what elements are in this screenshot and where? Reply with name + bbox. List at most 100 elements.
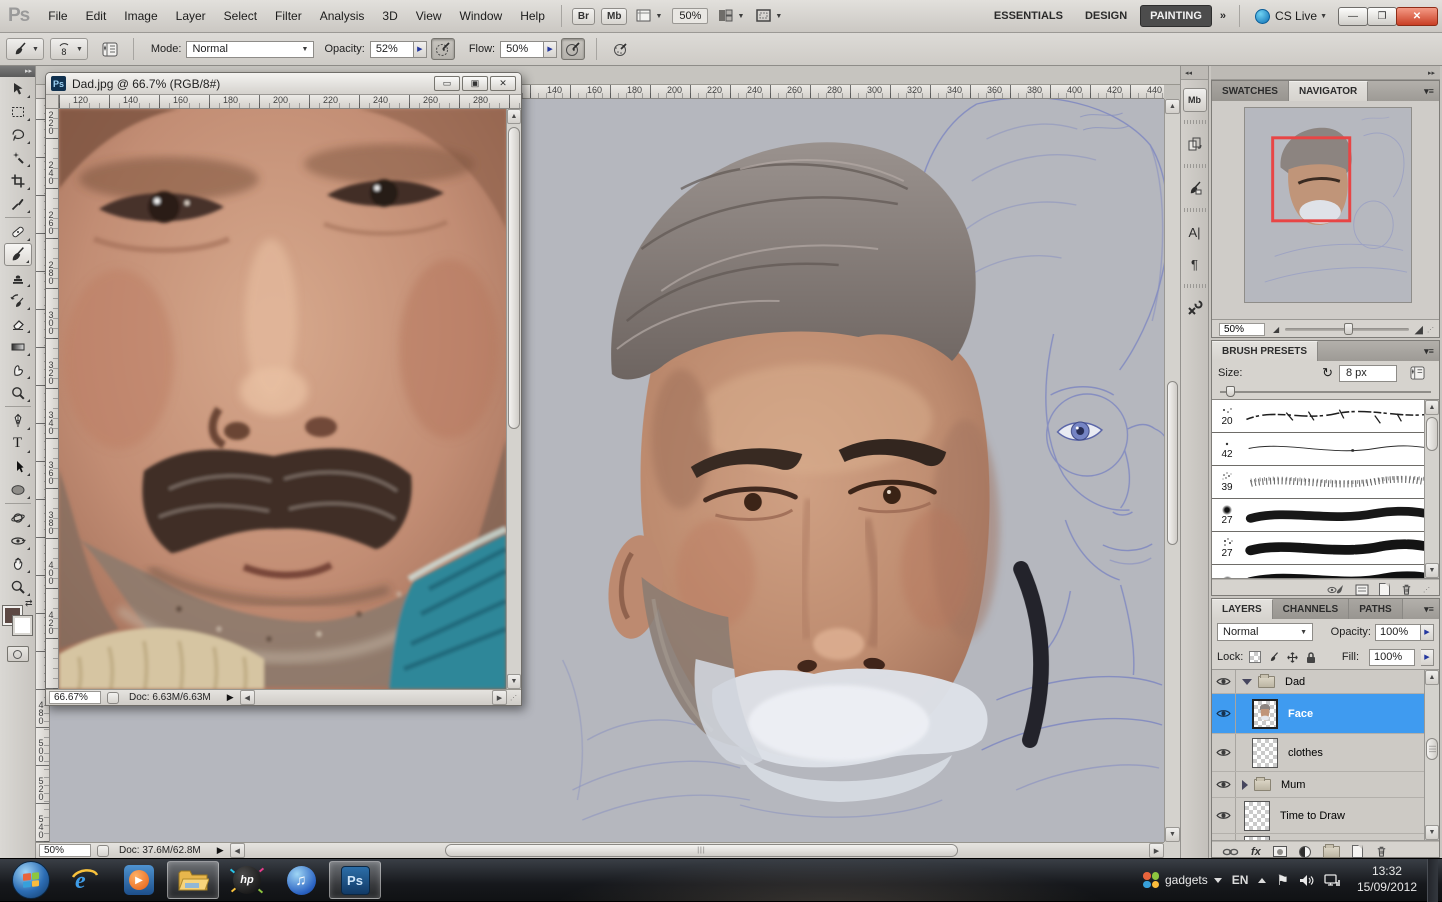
media-player-icon[interactable]: ▶ — [113, 861, 165, 899]
background-color-swatch[interactable] — [13, 616, 32, 635]
pressure-opacity-toggle[interactable] — [431, 38, 455, 60]
new-layer-button[interactable] — [1352, 845, 1363, 858]
itunes-icon[interactable]: ♫ — [275, 861, 327, 899]
panel-menu-button[interactable]: ▾≡ — [1419, 341, 1439, 361]
gradient-tool[interactable] — [4, 335, 32, 358]
dock-expand-button[interactable]: ▸▸ — [1211, 66, 1440, 80]
preset-options-icon[interactable] — [1355, 584, 1369, 596]
tab-channels[interactable]: CHANNELS — [1273, 599, 1350, 619]
delete-layer-icon[interactable] — [1375, 845, 1388, 858]
tab-swatches[interactable]: SWATCHES — [1212, 81, 1289, 101]
navigator-zoom-input[interactable]: 50% — [1219, 323, 1265, 336]
reference-vertical-scrollbar[interactable]: ▲ ▼ — [506, 109, 521, 689]
navigator-thumbnail[interactable] — [1244, 107, 1412, 303]
flow-input[interactable]: 50% — [500, 41, 544, 58]
vertical-scroll-thumb[interactable] — [508, 127, 520, 429]
brush-preset-picker[interactable]: 8 ▼ — [50, 38, 88, 60]
language-indicator[interactable]: EN — [1232, 873, 1249, 887]
resize-grip[interactable]: ⋰ — [510, 694, 518, 702]
reference-horizontal-ruler[interactable]: 120140160180200220240260280 — [59, 95, 521, 109]
new-brush-button[interactable] — [1379, 583, 1390, 596]
3d-rotate-tool[interactable] — [4, 506, 32, 529]
clone-source-panel-icon[interactable] — [1183, 132, 1207, 156]
menu-item[interactable]: Window — [451, 0, 512, 32]
windows-explorer-icon[interactable] — [167, 861, 219, 899]
menu-item[interactable]: Analysis — [311, 0, 374, 32]
hand-tool[interactable] — [4, 552, 32, 575]
reference-window-titlebar[interactable]: Ps Dad.jpg @ 66.7% (RGB/8#) ▭ ▣ ✕ — [46, 73, 521, 95]
menu-item[interactable]: Help — [511, 0, 554, 32]
layer-row-face[interactable]: Face — [1212, 694, 1439, 734]
add-layer-mask-button[interactable] — [1273, 846, 1287, 857]
lock-position-icon[interactable] — [1286, 651, 1299, 664]
scroll-up-button[interactable]: ▲ — [1425, 670, 1439, 685]
minimize-button[interactable]: — — [1338, 7, 1368, 26]
tab-layers[interactable]: LAYERS — [1212, 599, 1273, 619]
brush-list-scrollbar[interactable]: ▲ ▼ — [1424, 400, 1439, 578]
zoom-tool[interactable] — [4, 575, 32, 598]
workspace-painting[interactable]: PAINTING — [1140, 5, 1212, 27]
layer-styles-button[interactable]: fx — [1251, 846, 1261, 858]
menu-item[interactable]: Image — [115, 0, 166, 32]
tool-presets-panel-icon[interactable] — [1183, 296, 1207, 320]
opacity-stepper[interactable]: ▶ — [1421, 624, 1434, 641]
dock-collapse-button[interactable]: ◂◂ — [1181, 66, 1208, 80]
visibility-eye-icon[interactable] — [1216, 810, 1231, 821]
brush-preset-row[interactable]: 39 — [1212, 466, 1439, 499]
clone-stamp-tool[interactable] — [4, 266, 32, 289]
layer-list-scrollbar[interactable]: ▲ ▼ ||| — [1424, 670, 1439, 840]
visibility-eye-icon[interactable] — [1216, 779, 1231, 790]
layer-thumbnail[interactable] — [1252, 738, 1278, 768]
layer-thumbnail[interactable] — [1244, 801, 1270, 831]
toolbar-collapse-handle[interactable]: ▸▸ — [0, 66, 35, 77]
eyedropper-tool[interactable] — [4, 192, 32, 215]
restore-button[interactable]: ❐ — [1367, 7, 1397, 26]
brush-size-input[interactable]: 8 px — [1339, 365, 1397, 382]
eraser-tool[interactable] — [4, 312, 32, 335]
type-tool[interactable]: T — [4, 432, 32, 455]
scroll-left-button[interactable]: ◀ — [230, 843, 245, 858]
zoom-slider-thumb[interactable] — [1344, 323, 1353, 335]
lock-transparency-icon[interactable] — [1249, 651, 1261, 663]
3d-orbit-tool[interactable] — [4, 529, 32, 552]
menu-item[interactable]: Filter — [266, 0, 311, 32]
toggle-brush-panel-button[interactable] — [98, 38, 122, 60]
group-collapsed-arrow[interactable] — [1242, 780, 1248, 790]
link-layers-icon[interactable] — [1222, 847, 1239, 857]
horizontal-scroll-thumb[interactable]: ||| — [445, 844, 959, 857]
fill-stepper[interactable]: ▶ — [1421, 649, 1434, 666]
scroll-down-button[interactable]: ▼ — [1165, 827, 1180, 842]
view-extras-button[interactable]: ▼ — [632, 6, 666, 26]
hp-utility-icon[interactable]: hp — [221, 861, 273, 899]
pen-tool[interactable] — [4, 409, 32, 432]
maximize-button[interactable]: ▣ — [462, 76, 488, 91]
menu-item[interactable]: View — [407, 0, 451, 32]
status-menu-arrow[interactable]: ▶ — [227, 692, 234, 703]
blend-mode-select[interactable]: Normal ▼ — [186, 41, 314, 58]
scroll-up-button[interactable]: ▲ — [1165, 99, 1180, 114]
layer-row-clothes[interactable]: clothes — [1212, 734, 1439, 772]
brush-panel-icon[interactable] — [1183, 176, 1207, 200]
layer-thumbnail[interactable] — [1252, 699, 1278, 729]
canvas-vertical-scrollbar[interactable]: ▲ ▼ — [1164, 99, 1180, 842]
minimize-button[interactable]: ▭ — [434, 76, 460, 91]
network-icon[interactable] — [1324, 873, 1341, 887]
close-button[interactable]: ✕ — [1396, 7, 1438, 26]
menu-item[interactable]: Edit — [77, 0, 116, 32]
path-selection-tool[interactable] — [4, 455, 32, 478]
reference-photo[interactable] — [59, 109, 506, 689]
action-center-flag-icon[interactable]: ⚑ — [1276, 872, 1289, 889]
reference-horizontal-scrollbar[interactable]: ◀ ▶ — [240, 690, 507, 705]
taskbar-clock[interactable]: 13:32 15/09/2012 — [1357, 864, 1417, 895]
menu-item[interactable]: File — [39, 0, 76, 32]
zoom-out-icon[interactable]: ◢ — [1273, 325, 1279, 334]
group-expand-arrow[interactable] — [1242, 679, 1252, 685]
close-button[interactable]: ✕ — [490, 76, 516, 91]
quick-selection-tool[interactable] — [4, 146, 32, 169]
panel-menu-button[interactable]: ▾≡ — [1419, 81, 1439, 101]
opacity-input[interactable]: 52% — [370, 41, 414, 58]
workspace-overflow-button[interactable]: » — [1220, 10, 1226, 22]
dodge-tool[interactable] — [4, 381, 32, 404]
shape-tool[interactable] — [4, 478, 32, 501]
scroll-right-button[interactable]: ▶ — [1149, 843, 1164, 858]
